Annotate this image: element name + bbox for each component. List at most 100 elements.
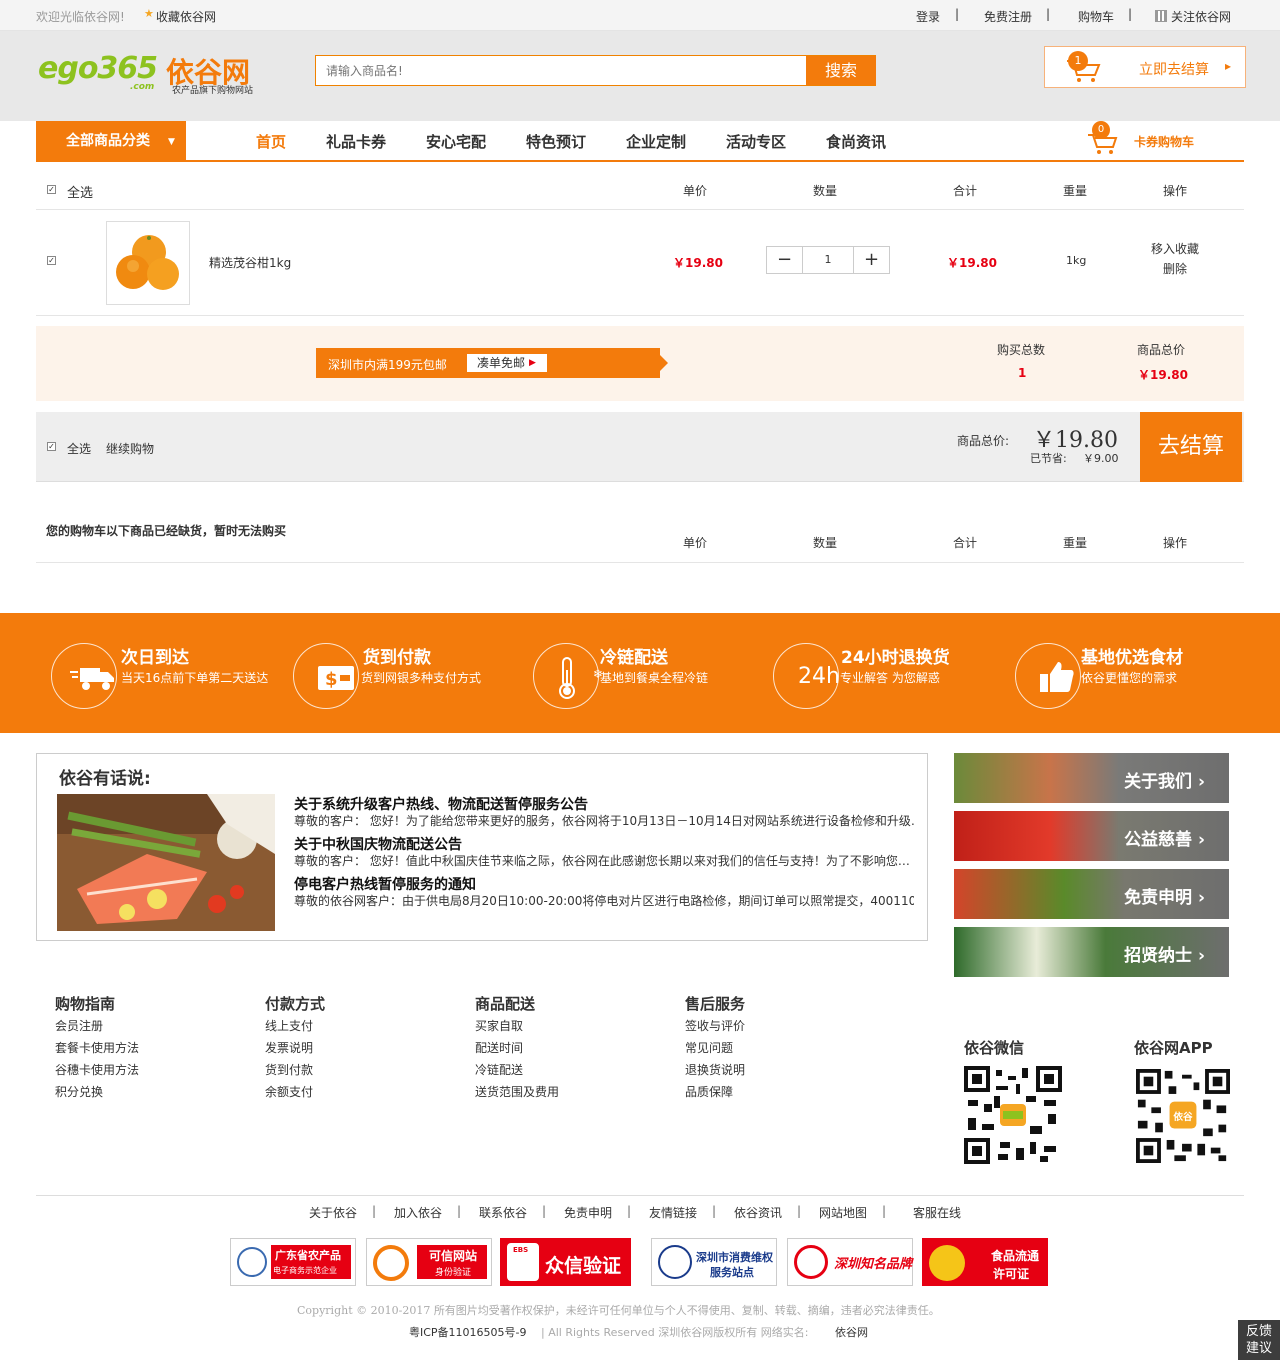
- bottom-nav-link[interactable]: 免责申明: [564, 1204, 612, 1221]
- footer-link[interactable]: 谷穗卡使用方法: [55, 1061, 139, 1078]
- item-total: ￥19.80: [947, 256, 997, 270]
- nav-item-news[interactable]: 食尚资讯: [826, 131, 886, 152]
- follow-link[interactable]: 关注依谷网: [1171, 8, 1231, 25]
- checkout-button[interactable]: 去结算: [1140, 412, 1242, 482]
- promo-bar: 深圳市内满199元包邮 凑单免邮 ▶ 购买总数 1 商品总价 ￥19.80: [36, 326, 1244, 401]
- quantity-input[interactable]: 1: [803, 247, 853, 273]
- all-categories-button[interactable]: 全部商品分类 ▼: [36, 121, 186, 162]
- badge-line1: 深圳市消费维权: [696, 1251, 773, 1264]
- divider: |: [882, 1204, 887, 1218]
- oos-col-qty: 数量: [813, 536, 838, 550]
- bottom-nav-link[interactable]: 关于依谷: [309, 1204, 357, 1221]
- minus-button[interactable]: −: [767, 247, 803, 273]
- badge-trusted-site[interactable]: 可信网站 身份验证: [366, 1238, 492, 1286]
- footer-link[interactable]: 余额支付: [265, 1083, 313, 1100]
- footer-link[interactable]: 套餐卡使用方法: [55, 1039, 139, 1056]
- badge-famous-brand[interactable]: 深圳知名品牌: [787, 1238, 913, 1286]
- select-all-label: 全选: [67, 186, 94, 201]
- bottom-nav-link[interactable]: 网站地图: [819, 1204, 867, 1221]
- badge-line1: 食品流通: [991, 1249, 1040, 1263]
- quick-checkout[interactable]: 1 立即去结算 ▸: [1044, 46, 1246, 88]
- side-tile-charity[interactable]: 公益慈善 ›: [954, 811, 1229, 861]
- nav-item-activity[interactable]: 活动专区: [726, 131, 786, 152]
- footer-link[interactable]: 送货范围及费用: [475, 1083, 559, 1100]
- feature-subtitle: 专业解答 为您解惑: [840, 671, 940, 685]
- nav-item-preorder[interactable]: 特色预订: [526, 131, 586, 152]
- rights-name: 依谷网: [835, 1326, 868, 1339]
- footer-link[interactable]: 发票说明: [265, 1039, 313, 1056]
- search-button[interactable]: 搜索: [806, 56, 876, 85]
- footer-link[interactable]: 线上支付: [265, 1017, 313, 1034]
- delete-link[interactable]: 删除: [1163, 260, 1187, 277]
- move-to-favorites-link[interactable]: 移入收藏: [1151, 240, 1199, 257]
- badge-consumer-rights[interactable]: 深圳市消费维权 服务站点: [651, 1238, 777, 1286]
- select-all-checkbox-bottom[interactable]: ✓: [47, 442, 56, 451]
- feedback-button[interactable]: 反馈建议: [1238, 1320, 1280, 1360]
- side-tile-disclaimer[interactable]: 免责申明 ›: [954, 869, 1229, 919]
- bottom-nav-link[interactable]: 加入依谷: [394, 1204, 442, 1221]
- favorite-link[interactable]: 收藏依谷网: [156, 8, 216, 25]
- wechat-qr-code: [964, 1066, 1062, 1164]
- divider: |: [797, 1204, 802, 1218]
- feature-title: 货到付款: [363, 648, 431, 668]
- nav-item-gift-card[interactable]: 礼品卡券: [326, 131, 386, 152]
- divider: |: [1128, 7, 1133, 21]
- quantity-stepper: − 1 +: [766, 246, 890, 274]
- footer-link[interactable]: 会员注册: [55, 1017, 103, 1034]
- footer-link[interactable]: 常见问题: [685, 1039, 733, 1056]
- col-weight: 重量: [1063, 184, 1088, 198]
- footer-link[interactable]: 签收与评价: [685, 1017, 745, 1034]
- bottom-nav-link[interactable]: 客服在线: [913, 1204, 961, 1221]
- cart-header: ✓ 全选 单价 数量 合计 重量 操作: [36, 170, 1244, 210]
- product-name[interactable]: 精选茂谷柑1kg: [209, 254, 291, 271]
- footer-link[interactable]: 买家自取: [475, 1017, 523, 1034]
- badge-agri-ecommerce[interactable]: 广东省农产品 电子商务示范企业: [230, 1238, 356, 1286]
- product-image[interactable]: [106, 221, 190, 305]
- icp-text[interactable]: 粤ICP备11016505号-9: [409, 1324, 527, 1340]
- checkout-total-label: 商品总价:: [957, 434, 1010, 448]
- footer-link[interactable]: 货到付款: [265, 1061, 313, 1078]
- bottom-nav-link[interactable]: 联系依谷: [479, 1204, 527, 1221]
- badge-ebs[interactable]: EBS 众信验证: [500, 1238, 631, 1286]
- news-item-title[interactable]: 停电客户热线暂停服务的通知: [294, 874, 476, 894]
- search-input[interactable]: [316, 56, 805, 85]
- footer-link[interactable]: 退换货说明: [685, 1061, 745, 1078]
- register-link[interactable]: 免费注册: [984, 8, 1032, 25]
- nav-item-delivery[interactable]: 安心宅配: [426, 131, 486, 152]
- badge-food-license[interactable]: 食品流通 许可证: [922, 1238, 1048, 1286]
- bottom-nav-link[interactable]: 依谷资讯: [734, 1204, 782, 1221]
- food-image: [57, 794, 275, 931]
- side-tile-about[interactable]: 关于我们 ›: [954, 753, 1229, 803]
- saved-label: 已节省:: [1030, 452, 1067, 465]
- main-nav: 全部商品分类 ▼ 首页 礼品卡券 安心宅配 特色预订 企业定制 活动专区 食尚资…: [36, 121, 1244, 162]
- orange-image: [116, 235, 179, 290]
- plus-button[interactable]: +: [853, 247, 889, 273]
- footer-link[interactable]: 配送时间: [475, 1039, 523, 1056]
- footer-link[interactable]: 积分兑换: [55, 1083, 103, 1100]
- news-item-title[interactable]: 关于系统升级客户热线、物流配送暂停服务公告: [294, 794, 588, 814]
- bottom-nav-link[interactable]: 友情链接: [649, 1204, 697, 1221]
- card-cart-link[interactable]: 卡券购物车: [1134, 133, 1194, 150]
- footer-link[interactable]: 冷链配送: [475, 1061, 523, 1078]
- add-more-button[interactable]: 凑单免邮 ▶: [467, 354, 547, 372]
- continue-shopping-link[interactable]: 继续购物: [106, 440, 154, 457]
- site-logo[interactable]: ego365 .com 依谷网 农产品旗下购物网站: [38, 49, 278, 97]
- item-price: ￥19.80: [673, 256, 723, 270]
- banner-arrow: [660, 355, 668, 371]
- thumb-up-icon: [1015, 643, 1081, 709]
- qty-total-label: 购买总数: [997, 343, 1046, 357]
- side-tile-careers[interactable]: 招贤纳士 ›: [954, 927, 1229, 977]
- nav-item-enterprise[interactable]: 企业定制: [626, 131, 686, 152]
- news-item-title[interactable]: 关于中秋国庆物流配送公告: [294, 834, 462, 854]
- news-item-body: 尊敬的依谷网客户：由于供电局8月20日10:00-20:00将停电对片区进行电路…: [294, 894, 914, 908]
- cart-link[interactable]: 购物车: [1078, 8, 1114, 25]
- login-link[interactable]: 登录: [916, 8, 940, 25]
- nav-item-home[interactable]: 首页: [256, 131, 286, 152]
- item-checkbox[interactable]: ✓: [47, 256, 56, 265]
- app-badge-text: 依谷: [1173, 1111, 1193, 1123]
- news-image[interactable]: [57, 794, 275, 931]
- footer-link[interactable]: 品质保障: [685, 1083, 733, 1100]
- select-all-checkbox[interactable]: ✓: [47, 185, 56, 194]
- footer-col-title: 商品配送: [475, 995, 536, 1013]
- badge-line2: 许可证: [993, 1267, 1030, 1281]
